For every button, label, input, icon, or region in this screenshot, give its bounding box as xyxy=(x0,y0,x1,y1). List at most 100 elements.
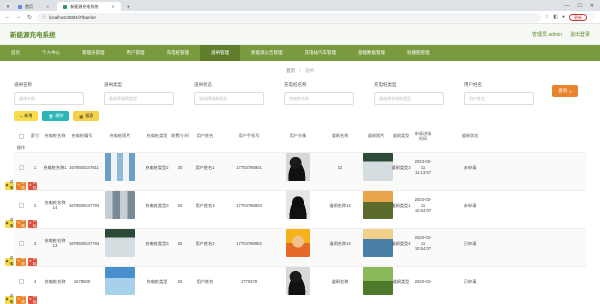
view-button[interactable]: ◉ 详情 xyxy=(4,256,15,266)
menu-item-5[interactable]: 道闸管理 xyxy=(200,45,240,61)
report-button[interactable]: ▦ 报表 xyxy=(73,111,100,121)
row-checkbox[interactable] xyxy=(18,278,24,284)
row-checkbox[interactable] xyxy=(18,202,24,208)
select-all-checkbox[interactable] xyxy=(18,133,24,139)
search-input[interactable]: 请选择充电桩类型 xyxy=(374,92,444,105)
favicon xyxy=(18,4,22,9)
browser-tab-1[interactable]: 新能源充电系统 ✕ xyxy=(57,2,121,11)
browser-tab-0[interactable]: 首页 ✕ xyxy=(12,2,55,11)
menu-item-3[interactable]: 用户管理 xyxy=(116,45,156,61)
menu-item-7[interactable]: 充电站汽车管理 xyxy=(294,45,348,61)
cell-index: 4 xyxy=(33,278,37,284)
minimize-icon[interactable]: — xyxy=(564,3,569,9)
search-label: 道闸名称 xyxy=(14,82,32,87)
menu-item-1[interactable]: 个人中心 xyxy=(31,45,71,61)
view-label: 详情 xyxy=(9,180,14,190)
window-close-icon[interactable]: ✕ xyxy=(590,3,594,9)
menu-item-8[interactable]: 基础数据管理 xyxy=(347,45,396,61)
cell-phone: 17703786903 xyxy=(236,202,262,208)
edit-label: 修改 xyxy=(21,256,25,266)
report-label: 报表 xyxy=(85,113,94,118)
cell-status: 已申请 xyxy=(463,278,477,284)
main-menu: 首页 个人中心 管理员管理 用户管理 充电桩管理 道闸管理 新能源公告管理 充电站汽车管理 基础… xyxy=(0,45,600,61)
search-field-4: 充电桩类型 请选择充电桩类型 xyxy=(374,82,460,105)
search-input[interactable]: 充电桩名称 xyxy=(284,92,354,105)
search-input[interactable]: 道闸名称 xyxy=(14,92,84,105)
charger-photo xyxy=(105,191,135,220)
image-cell xyxy=(278,267,318,296)
row-checkbox[interactable] xyxy=(18,240,24,246)
search-icon: ⌕ xyxy=(569,88,572,94)
row-delete-button[interactable]: ✕ 删除 xyxy=(27,294,38,304)
logout-link[interactable]: 退出登录 xyxy=(570,31,590,38)
action-bar: + 新增 🗑 删除 ▦ 报表 xyxy=(0,111,600,121)
user-avatar xyxy=(286,267,310,296)
browser-menu-icon[interactable]: ⋮ xyxy=(591,14,596,20)
breadcrumb: 首页 / 道闸 xyxy=(0,68,600,74)
image-cell xyxy=(362,191,393,220)
menu-item-9[interactable]: 轮播图管理 xyxy=(396,45,441,61)
menu-item-6[interactable]: 新能源公告管理 xyxy=(240,45,294,61)
maximize-icon[interactable]: ☐ xyxy=(577,3,581,9)
row-delete-button[interactable]: ✕ 删除 xyxy=(27,218,38,228)
menu-item-4[interactable]: 充电桩管理 xyxy=(156,45,201,61)
edit-button[interactable]: ✎ 修改 xyxy=(16,180,26,190)
bookmark-star-icon[interactable]: ☆ xyxy=(545,14,549,20)
cell-type: 充电桩类型2 xyxy=(145,164,169,170)
update-button[interactable]: 更新 xyxy=(569,13,587,21)
trash-icon: ✕ xyxy=(28,259,32,263)
column-header: 索引 xyxy=(30,133,40,139)
trash-icon: ✕ xyxy=(28,297,32,301)
forward-icon[interactable]: → xyxy=(15,14,22,20)
url-field[interactable]: ⓘ localhost:8081/#/barrier xyxy=(37,12,541,22)
view-button[interactable]: ◉ 详情 xyxy=(4,180,15,190)
tab-search-icon[interactable]: ▾ xyxy=(4,3,12,11)
add-button[interactable]: + 新增 xyxy=(14,111,39,121)
address-bar: ← → ↻ ⓘ localhost:8081/#/barrier ☆ ◧ ● 更… xyxy=(0,11,600,24)
reload-icon[interactable]: ↻ xyxy=(26,14,33,21)
image-cell xyxy=(362,229,393,258)
extensions-icon[interactable]: ◧ xyxy=(553,14,558,20)
search-label: 道闸状态 xyxy=(194,82,212,87)
edit-button[interactable]: ✎ 修改 xyxy=(16,256,26,266)
breadcrumb-home[interactable]: 首页 xyxy=(286,68,295,73)
edit-button[interactable]: ✎ 修改 xyxy=(16,294,26,304)
view-button[interactable]: ◉ 详情 xyxy=(4,294,15,304)
row-delete-button[interactable]: ✕ 删除 xyxy=(27,256,38,266)
query-button[interactable]: 查询 ⌕ xyxy=(552,85,578,97)
eye-icon: ◉ xyxy=(5,297,9,301)
edit-button[interactable]: ✎ 修改 xyxy=(16,218,26,228)
image-cell xyxy=(96,191,144,220)
row-actions: ◉ 详情 ✎ 修改 ✕ 删除 xyxy=(4,294,38,304)
back-icon[interactable]: ← xyxy=(4,14,11,20)
table-row: 3 充电桩名称13 1678500247784 充电桩类型3 20 用户姓名2 177037… xyxy=(4,229,586,267)
search-input[interactable]: 请选择道闸状态 xyxy=(194,92,264,105)
menu-item-0[interactable]: 首页 xyxy=(0,45,31,61)
search-input[interactable]: 用户姓名 xyxy=(464,92,534,105)
column-header: 道闸类型 xyxy=(392,133,410,139)
image-cell xyxy=(278,229,318,258)
data-table: 索引 充电桩名称 充电桩编号 充电桩照片 充电桩类型 收费/小时 用户姓名 用户手机号 用户头像… xyxy=(4,129,586,304)
edit-icon: ✎ xyxy=(17,183,21,187)
cell-btype: 道闸类型 xyxy=(392,278,410,284)
column-header: 道闸照片 xyxy=(367,133,385,139)
cell-name: 充电桩名称14 xyxy=(44,199,66,211)
close-tab-icon[interactable]: ✕ xyxy=(111,4,114,9)
search-input[interactable]: 请选择道闸类型 xyxy=(104,92,174,105)
image-cell xyxy=(96,267,144,296)
row-checkbox[interactable] xyxy=(18,164,24,170)
close-tab-icon[interactable]: ✕ xyxy=(46,4,49,9)
new-tab-icon[interactable]: + xyxy=(123,5,135,11)
column-header: 充电桩照片 xyxy=(109,133,131,139)
cell-type: 充电桩类型3 xyxy=(145,240,169,246)
menu-item-2[interactable]: 管理员管理 xyxy=(71,45,116,61)
profile-icon[interactable]: ● xyxy=(562,14,565,20)
row-delete-button[interactable]: ✕ 删除 xyxy=(27,180,38,190)
cell-code: 1678500 xyxy=(73,278,91,284)
table-row: 2 充电桩名称14 1678500247793 充电桩类型3 20 用户姓名3 177037… xyxy=(4,191,586,229)
table-row: 4 充电桩名称 1678500 充电桩类型 20 用户姓名 1770378 道闸名称 道闸类型 2… xyxy=(4,267,586,304)
view-button[interactable]: ◉ 详情 xyxy=(4,218,15,228)
cell-btype: 道闸类型3 xyxy=(391,164,411,170)
delete-button[interactable]: 🗑 删除 xyxy=(42,111,70,121)
delete-label: 删除 xyxy=(32,180,37,190)
